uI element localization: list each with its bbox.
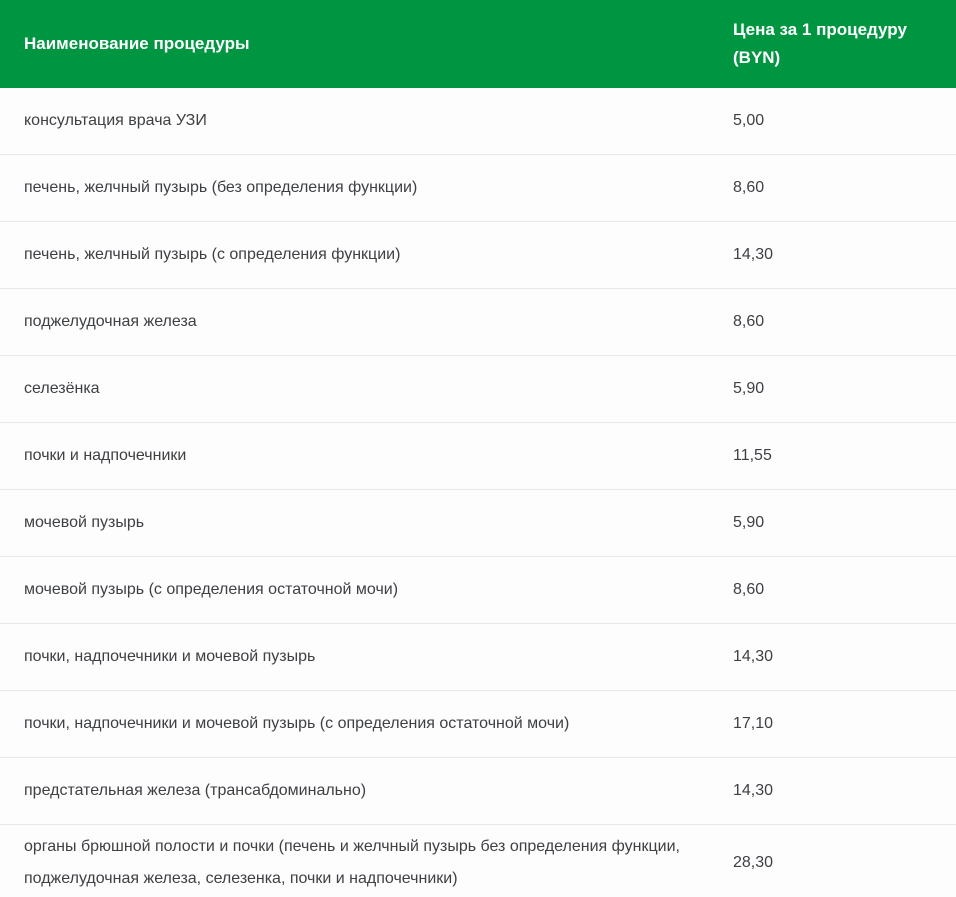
table-row: органы брюшной полости и почки (печень и… <box>0 825 956 897</box>
table-row: поджелудочная железа 8,60 <box>0 289 956 356</box>
procedure-name: почки, надпочечники и мочевой пузырь (с … <box>0 708 733 740</box>
procedure-name: мочевой пузырь <box>0 507 733 539</box>
price-table-header: Наименование процедуры Цена за 1 процеду… <box>0 0 956 88</box>
procedure-price: 14,30 <box>733 775 956 807</box>
table-row: мочевой пузырь 5,90 <box>0 490 956 557</box>
procedure-name: печень, желчный пузырь (с определения фу… <box>0 239 733 271</box>
procedure-name: предстательная железа (трансабдоминально… <box>0 775 733 807</box>
table-row: печень, желчный пузырь (с определения фу… <box>0 222 956 289</box>
procedure-price: 11,55 <box>733 440 956 472</box>
procedure-name: печень, желчный пузырь (без определения … <box>0 172 733 204</box>
header-procedure-price: Цена за 1 процедуру (BYN) <box>733 16 956 72</box>
price-table-body: консультация врача УЗИ 5,00 печень, желч… <box>0 88 956 897</box>
procedure-name: селезёнка <box>0 373 733 405</box>
procedure-price: 14,30 <box>733 239 956 271</box>
table-row: почки, надпочечники и мочевой пузырь 14,… <box>0 624 956 691</box>
table-row: предстательная железа (трансабдоминально… <box>0 758 956 825</box>
procedure-price: 14,30 <box>733 641 956 673</box>
procedure-price: 8,60 <box>733 306 956 338</box>
procedure-name: почки, надпочечники и мочевой пузырь <box>0 641 733 673</box>
procedure-price: 28,30 <box>733 847 956 879</box>
procedure-name: поджелудочная железа <box>0 306 733 338</box>
procedure-price: 8,60 <box>733 172 956 204</box>
table-row: селезёнка 5,90 <box>0 356 956 423</box>
header-procedure-name: Наименование процедуры <box>0 30 733 58</box>
procedure-name: почки и надпочечники <box>0 440 733 472</box>
procedure-name: мочевой пузырь (с определения остаточной… <box>0 574 733 606</box>
price-table: Наименование процедуры Цена за 1 процеду… <box>0 0 956 897</box>
procedure-name: органы брюшной полости и почки (печень и… <box>0 831 733 895</box>
table-row: печень, желчный пузырь (без определения … <box>0 155 956 222</box>
table-row: почки и надпочечники 11,55 <box>0 423 956 490</box>
table-row: мочевой пузырь (с определения остаточной… <box>0 557 956 624</box>
table-row: почки, надпочечники и мочевой пузырь (с … <box>0 691 956 758</box>
procedure-name: консультация врача УЗИ <box>0 105 733 137</box>
procedure-price: 8,60 <box>733 574 956 606</box>
procedure-price: 5,90 <box>733 373 956 405</box>
table-row: консультация врача УЗИ 5,00 <box>0 88 956 155</box>
procedure-price: 5,90 <box>733 507 956 539</box>
procedure-price: 17,10 <box>733 708 956 740</box>
procedure-price: 5,00 <box>733 105 956 137</box>
